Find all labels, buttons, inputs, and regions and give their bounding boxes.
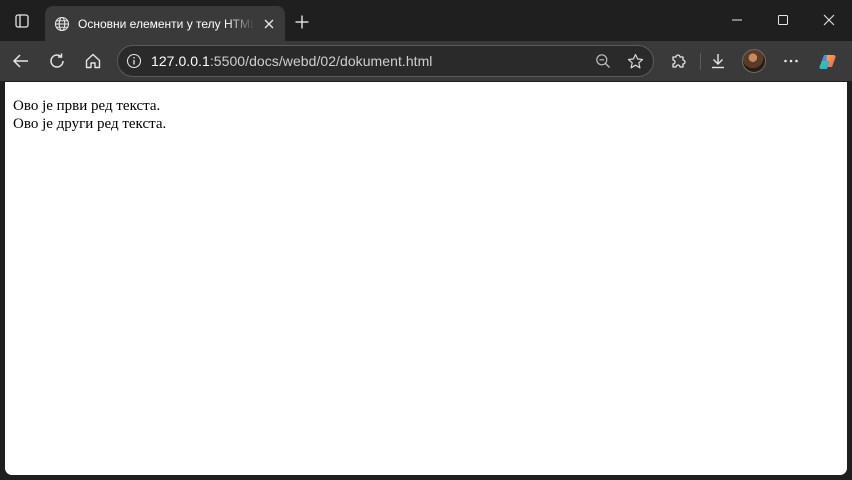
settings-menu-button[interactable] (777, 47, 805, 75)
download-icon (709, 52, 727, 70)
zoom-out-icon (595, 53, 611, 69)
puzzle-icon (669, 52, 687, 70)
navigation-toolbar: 127.0.0.1:5500/docs/webd/02/dokument.htm… (0, 41, 852, 81)
url-path: :5500/docs/webd/02/dokument.html (209, 53, 433, 69)
plus-icon (295, 15, 309, 29)
page-body: Ово је први ред текста. Ово је други ред… (13, 98, 166, 133)
home-icon (84, 52, 102, 70)
url-text[interactable]: 127.0.0.1:5500/docs/webd/02/dokument.htm… (151, 53, 432, 69)
tab-actions-icon (14, 13, 30, 29)
extensions-button[interactable] (664, 47, 692, 75)
maximize-button[interactable] (760, 0, 806, 40)
address-bar[interactable]: 127.0.0.1:5500/docs/webd/02/dokument.htm… (117, 45, 654, 77)
home-button[interactable] (79, 47, 107, 75)
page-viewport: Ово је први ред текста. Ово је други ред… (5, 82, 847, 475)
more-horizontal-icon (782, 52, 800, 70)
star-icon (627, 53, 644, 70)
maximize-icon (778, 15, 788, 25)
refresh-icon (48, 52, 66, 70)
globe-icon (54, 16, 70, 32)
title-bar: Основни елементи у телу HTML (0, 0, 852, 41)
toolbar-divider (700, 53, 701, 70)
text-line-2: Ово је други ред текста. (13, 115, 167, 132)
tab-title: Основни елементи у телу HTML (78, 16, 254, 31)
text-line-1: Ово је први ред текста. (13, 98, 161, 114)
zoom-button[interactable] (592, 50, 614, 72)
close-window-button[interactable] (806, 0, 852, 40)
refresh-button[interactable] (43, 47, 71, 75)
back-button[interactable] (7, 47, 35, 75)
info-icon[interactable] (126, 53, 142, 69)
minimize-icon (732, 15, 742, 25)
new-tab-button[interactable] (291, 11, 313, 33)
url-host: 127.0.0.1 (151, 53, 210, 69)
minimize-button[interactable] (714, 0, 760, 40)
tab-actions-button[interactable] (9, 8, 35, 34)
window-bottom-edge (0, 475, 852, 480)
close-tab-icon[interactable] (260, 15, 277, 32)
copilot-button[interactable] (814, 47, 842, 75)
copilot-icon (817, 50, 839, 72)
arrow-left-icon (12, 52, 30, 70)
profile-avatar[interactable] (742, 49, 766, 73)
downloads-button[interactable] (704, 47, 732, 75)
favorite-button[interactable] (624, 50, 646, 72)
tab-active[interactable]: Основни елементи у телу HTML (45, 6, 285, 41)
close-icon (823, 14, 835, 26)
